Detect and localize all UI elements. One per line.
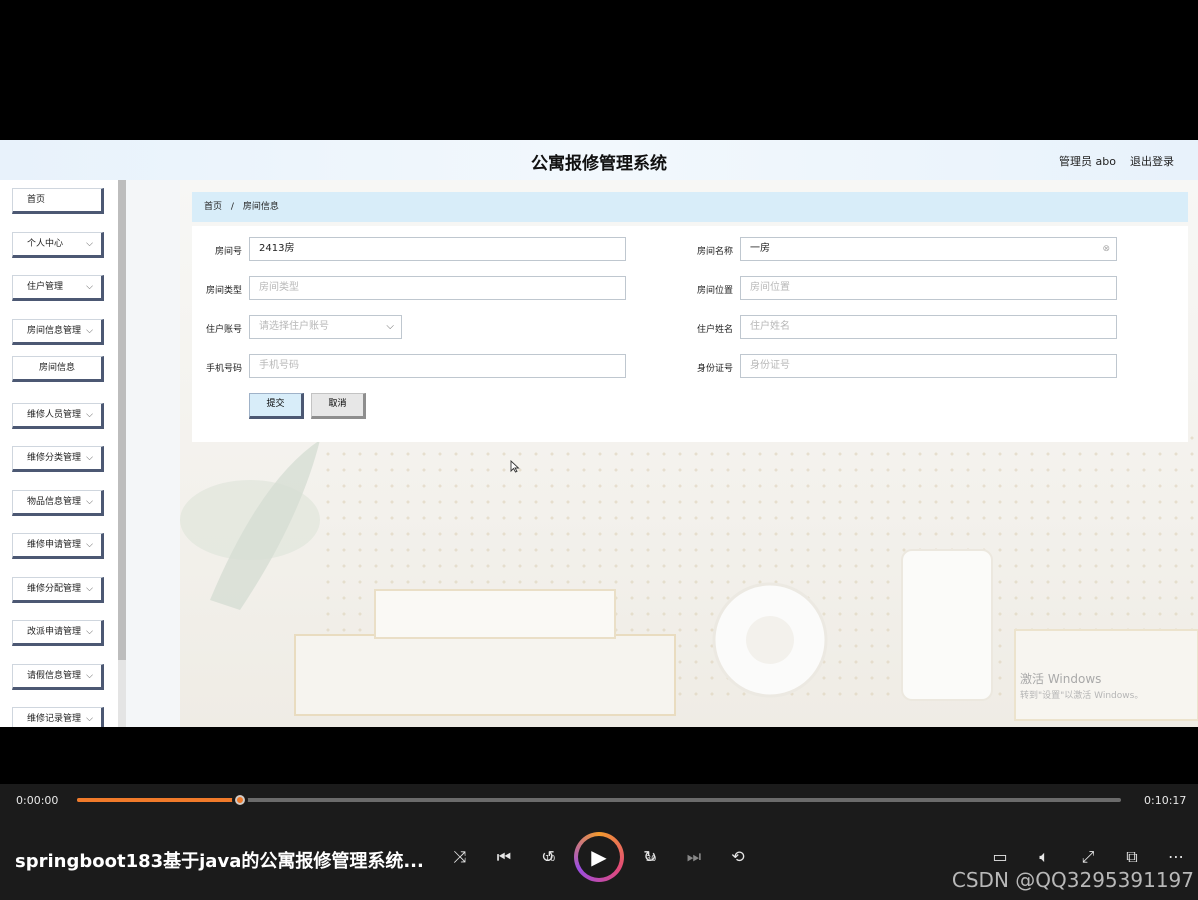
sidebar-item-repair-record-mgmt[interactable]: 维修记录管理 ⌵: [12, 707, 104, 727]
chevron-down-icon: ⌵: [86, 540, 93, 550]
fullscreen-icon[interactable]: ⤢: [1075, 844, 1101, 870]
room-no-label: 房间号: [214, 247, 242, 257]
current-time: 0:00:00: [16, 794, 59, 807]
room-location-input[interactable]: 房间位置: [740, 276, 1117, 300]
next-icon[interactable]: ⏭: [681, 844, 707, 870]
more-options-icon[interactable]: ⋯: [1163, 844, 1189, 870]
seek-handle[interactable]: [231, 792, 248, 808]
app-title: 公寓报修管理系统: [531, 154, 667, 174]
sidebar-item-label: 物品信息管理: [27, 497, 82, 507]
user-label: 管理员 abo: [1059, 155, 1116, 168]
app-header: 公寓报修管理系统 管理员 abo 退出登录: [0, 140, 1198, 180]
room-no-input[interactable]: 2413房: [249, 237, 626, 261]
room-type-label: 房间类型: [205, 286, 242, 296]
sidebar-item-label: 维修人员管理: [27, 410, 82, 420]
sidebar-item-label: 房间信息管理: [27, 326, 82, 336]
logout-link[interactable]: 退出登录: [1130, 153, 1174, 169]
csdn-watermark: CSDN @QQ3295391197: [951, 868, 1194, 892]
chevron-down-icon: ⌵: [86, 282, 93, 292]
skip-back-icon[interactable]: ↺ 10: [535, 844, 561, 870]
sidebar-item-home[interactable]: 首页: [12, 188, 104, 214]
video-title: springboot183基于java的公寓报修管理系统...: [15, 851, 424, 872]
submit-button[interactable]: 提交: [249, 393, 304, 419]
resident-account-placeholder: 请选择住户账号: [259, 321, 329, 332]
sidebar-item-resident-mgmt[interactable]: 住户管理 ⌵: [12, 275, 104, 301]
sidebar-item-repair-category-mgmt[interactable]: 维修分类管理 ⌵: [12, 446, 104, 472]
windows-activation-title: 激活 Windows: [1020, 672, 1102, 686]
breadcrumb-current: 房间信息: [242, 202, 279, 212]
cancel-button[interactable]: 取消: [311, 393, 366, 419]
windows-activation-hint: 转到"设置"以激活 Windows。: [1020, 691, 1144, 701]
room-name-input[interactable]: 一房 ⊗: [740, 237, 1117, 261]
previous-icon[interactable]: ⏮: [491, 844, 517, 870]
mini-player-icon[interactable]: ⧉: [1119, 844, 1145, 870]
sidebar-item-repair-staff-mgmt[interactable]: 维修人员管理 ⌵: [12, 403, 104, 429]
skip-forward-label: 30: [646, 854, 657, 863]
breadcrumb: 首页 / 房间信息: [192, 192, 1188, 222]
room-name-value: 一房: [750, 243, 770, 254]
sidebar-item-label: 请假信息管理: [27, 671, 82, 681]
room-type-input[interactable]: 房间类型: [249, 276, 626, 300]
subtitles-icon[interactable]: ▭: [987, 844, 1013, 870]
sidebar-item-room-info-mgmt[interactable]: 房间信息管理 ⌵: [12, 319, 104, 345]
sidebar-item-label: 改派申请管理: [27, 627, 82, 637]
chevron-down-icon: ⌵: [86, 410, 93, 420]
room-name-label: 房间名称: [696, 247, 733, 257]
resident-account-label: 住户账号: [205, 325, 242, 335]
sidebar-item-label: 个人中心: [27, 239, 64, 249]
resident-name-label: 住户姓名: [696, 325, 733, 335]
play-button[interactable]: ▶: [574, 832, 624, 882]
chevron-down-icon: ⌵: [86, 326, 93, 336]
sidebar-item-label: 房间信息: [38, 363, 75, 373]
breadcrumb-separator: /: [230, 202, 234, 212]
room-form: 房间号 2413房 房间名称 一房 ⊗ 房间类型 房间类型 房间位置 房间位置 …: [192, 226, 1188, 473]
scrollbar-thumb[interactable]: [118, 180, 126, 660]
phone-input[interactable]: 手机号码: [249, 354, 626, 378]
volume-icon[interactable]: 🔈︎: [1031, 844, 1057, 870]
repeat-off-icon[interactable]: ⟲: [725, 844, 751, 870]
sidebar-item-repair-request-mgmt[interactable]: 维修申请管理 ⌵: [12, 533, 104, 559]
sidebar-item-repair-assign-mgmt[interactable]: 维修分配管理 ⌵: [12, 577, 104, 603]
sidebar-item-label: 住户管理: [27, 282, 64, 292]
chevron-down-icon: ⌵: [86, 453, 93, 463]
sidebar-item-personal-center[interactable]: 个人中心 ⌵: [12, 232, 104, 258]
media-player-controls: 0:00:00 0:10:17 springboot183基于java的公寓报修…: [0, 784, 1198, 900]
sidebar: 首页 个人中心 ⌵ 住户管理 ⌵ 房间信息管理 ⌵ 房间信息 维修人员管理 ⌵ 维修分类…: [0, 180, 126, 727]
room-location-label: 房间位置: [696, 286, 733, 296]
chevron-down-icon: ⌵: [86, 239, 93, 249]
sidebar-item-item-info-mgmt[interactable]: 物品信息管理 ⌵: [12, 490, 104, 516]
user-area: 管理员 abo 退出登录: [1059, 153, 1174, 169]
sidebar-item-label: 维修记录管理: [27, 714, 82, 724]
resident-account-select[interactable]: 请选择住户账号 ⌵: [249, 315, 402, 339]
sidebar-scrollbar[interactable]: [118, 180, 126, 727]
chevron-down-icon: ⌵: [86, 714, 93, 724]
chevron-down-icon: ⌵: [86, 497, 93, 507]
breadcrumb-home[interactable]: 首页: [204, 202, 222, 212]
sidebar-item-label: 首页: [27, 195, 46, 205]
sidebar-subitem-room-info[interactable]: 房间信息: [12, 356, 104, 382]
resident-name-input[interactable]: 住户姓名: [740, 315, 1117, 339]
sidebar-item-leave-info-mgmt[interactable]: 请假信息管理 ⌵: [12, 664, 104, 690]
id-no-label: 身份证号: [696, 364, 733, 374]
skip-back-label: 10: [545, 854, 556, 863]
skip-forward-icon[interactable]: ↻ 30: [637, 844, 663, 870]
chevron-down-icon: ⌵: [386, 321, 394, 332]
chevron-down-icon: ⌵: [86, 671, 93, 681]
seek-progress: [77, 798, 240, 802]
mouse-cursor-icon: [510, 460, 520, 473]
total-time: 0:10:17: [1144, 794, 1187, 807]
play-icon: ▶: [578, 836, 620, 878]
phone-label: 手机号码: [205, 364, 242, 374]
sidebar-item-label: 维修申请管理: [27, 540, 82, 550]
chevron-down-icon: ⌵: [86, 627, 93, 637]
clear-icon[interactable]: ⊗: [1102, 238, 1110, 260]
id-no-input[interactable]: 身份证号: [740, 354, 1117, 378]
sidebar-item-label: 维修分类管理: [27, 453, 82, 463]
chevron-down-icon: ⌵: [86, 584, 93, 594]
sidebar-item-label: 维修分配管理: [27, 584, 82, 594]
sidebar-item-reassign-request-mgmt[interactable]: 改派申请管理 ⌵: [12, 620, 104, 646]
shuffle-icon[interactable]: ⤨: [447, 844, 473, 870]
video-frame: 公寓报修管理系统 管理员 abo 退出登录 首页 个人中心 ⌵ 住户管理 ⌵ 房间信…: [0, 140, 1198, 727]
seek-bar[interactable]: [77, 792, 1121, 808]
